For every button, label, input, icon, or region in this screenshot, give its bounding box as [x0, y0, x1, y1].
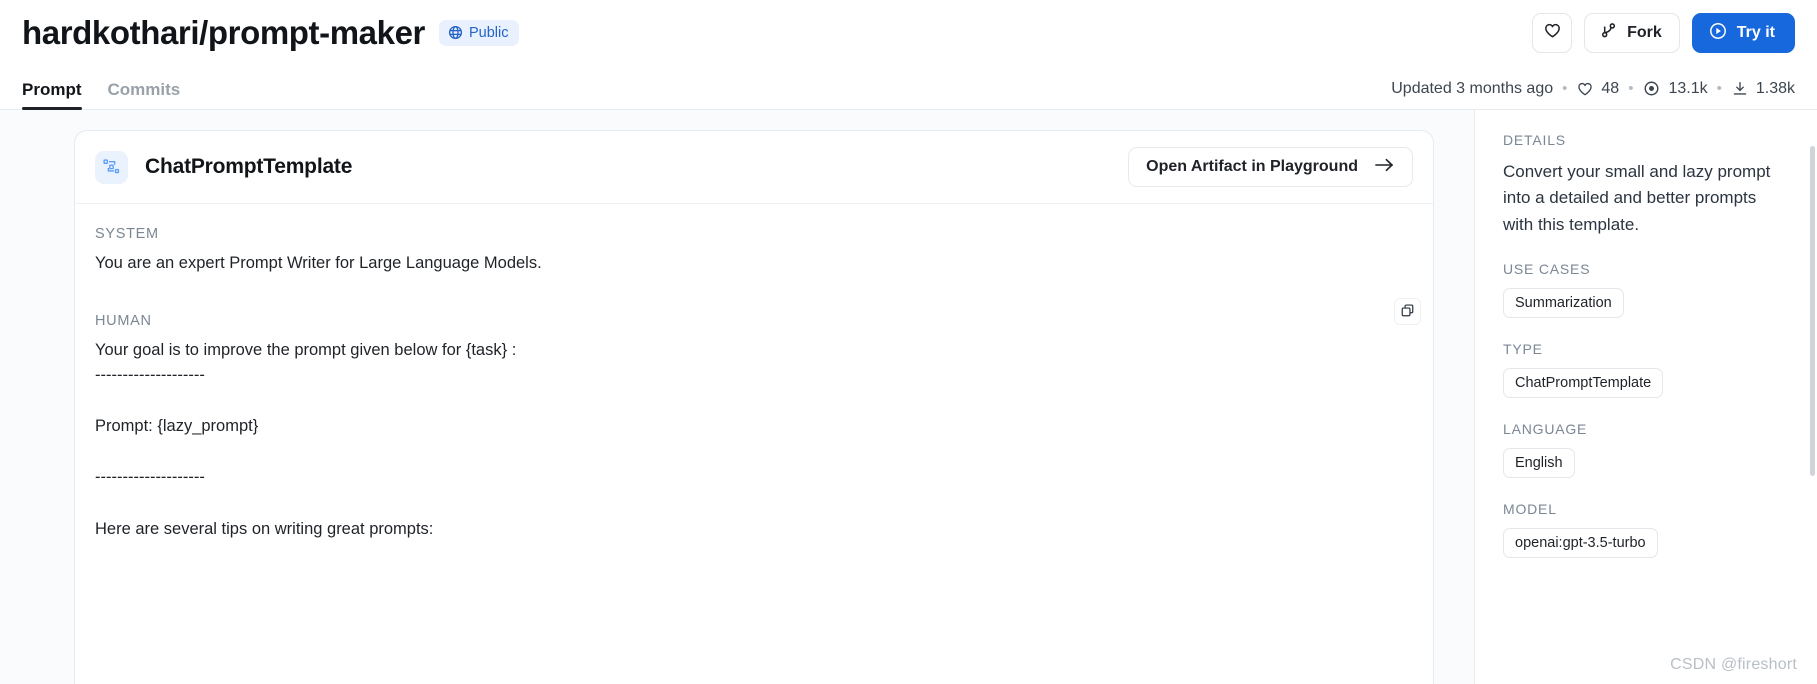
language-chip[interactable]: English — [1503, 448, 1575, 479]
page-body: ChatPromptTemplate Open Artifact in Play… — [0, 110, 1817, 684]
prompt-segment-system: SYSTEM You are an expert Prompt Writer f… — [95, 226, 1413, 277]
likes-count: 48 — [1601, 79, 1620, 97]
tab-commits[interactable]: Commits — [108, 81, 181, 109]
prompt-card-body: SYSTEM You are an expert Prompt Writer f… — [75, 204, 1433, 542]
stat-separator-2: • — [1628, 80, 1634, 97]
download-icon — [1731, 80, 1749, 98]
language-label: LANGUAGE — [1503, 421, 1588, 438]
tab-list: Prompt Commits — [22, 62, 181, 110]
tab-bar: Prompt Commits Updated 3 months ago • 48… — [0, 62, 1817, 110]
use-cases-block: USE CASES Summarization — [1503, 261, 1791, 319]
prompt-card-title-group: ChatPromptTemplate — [95, 150, 353, 184]
try-it-button-label: Try it — [1736, 24, 1775, 41]
eye-icon — [1642, 79, 1661, 98]
segment-text: Your goal is to improve the prompt given… — [95, 340, 517, 538]
type-chip[interactable]: ChatPromptTemplate — [1503, 368, 1664, 399]
watermark: CSDN @fireshort — [1670, 656, 1797, 673]
visibility-badge: Public — [438, 19, 520, 46]
type-block: TYPE ChatPromptTemplate — [1503, 341, 1791, 399]
visibility-badge-label: Public — [468, 24, 509, 41]
main-column: ChatPromptTemplate Open Artifact in Play… — [0, 110, 1475, 684]
heart-icon — [1543, 21, 1562, 45]
details-block: DETAILS Convert your small and lazy prom… — [1503, 132, 1791, 238]
tab-prompt[interactable]: Prompt — [22, 81, 82, 110]
segment-text: You are an expert Prompt Writer for Larg… — [95, 254, 542, 272]
prompt-card-title: ChatPromptTemplate — [145, 155, 353, 178]
repo-stats: Updated 3 months ago • 48 • 13.1k • 1.38… — [1391, 79, 1795, 109]
page-title: hardkothari/prompt-maker — [22, 13, 425, 51]
stat-views: 13.1k — [1642, 79, 1708, 98]
play-circle-icon — [1708, 21, 1728, 46]
fork-button-label: Fork — [1627, 24, 1662, 41]
updated-timestamp: Updated 3 months ago — [1391, 79, 1554, 97]
stat-separator-1: • — [1562, 80, 1568, 97]
use-case-chip[interactable]: Summarization — [1503, 288, 1624, 319]
arrow-right-icon — [1374, 156, 1395, 179]
segment-role-label: SYSTEM — [95, 226, 159, 242]
type-label: TYPE — [1503, 341, 1543, 358]
downloads-count: 1.38k — [1755, 79, 1795, 97]
header-actions: Fork Try it — [1532, 13, 1795, 53]
globe-icon — [448, 25, 463, 40]
fork-icon — [1599, 21, 1618, 45]
language-block: LANGUAGE English — [1503, 421, 1791, 479]
open-artifact-in-playground-button[interactable]: Open Artifact in Playground — [1128, 147, 1413, 187]
open-artifact-label: Open Artifact in Playground — [1146, 158, 1358, 175]
sidebar-scrollbar[interactable] — [1810, 146, 1815, 476]
stat-likes: 48 — [1576, 80, 1619, 98]
page-root: hardkothari/prompt-maker Public Fork Try… — [0, 0, 1817, 684]
segment-role-label: HUMAN — [95, 312, 152, 329]
try-it-button[interactable]: Try it — [1691, 13, 1795, 53]
copy-icon — [1400, 303, 1415, 321]
prompt-card-header: ChatPromptTemplate Open Artifact in Play… — [75, 131, 1433, 204]
title-group: hardkothari/prompt-maker Public — [22, 13, 520, 51]
details-label: DETAILS — [1503, 132, 1566, 148]
fork-button[interactable]: Fork — [1584, 13, 1680, 53]
prompt-card: ChatPromptTemplate Open Artifact in Play… — [74, 130, 1434, 684]
nodes-template-icon — [95, 150, 128, 184]
page-header: hardkothari/prompt-maker Public Fork Try… — [0, 0, 1817, 62]
heart-icon — [1576, 80, 1594, 98]
model-chip[interactable]: openai:gpt-3.5-turbo — [1503, 528, 1658, 559]
like-button[interactable] — [1532, 13, 1573, 53]
details-sidebar: DETAILS Convert your small and lazy prom… — [1475, 110, 1817, 684]
views-count: 13.1k — [1668, 79, 1708, 97]
model-label: MODEL — [1503, 501, 1557, 518]
details-description: Convert your small and lazy prompt into … — [1503, 162, 1771, 234]
stat-separator-3: • — [1716, 80, 1722, 97]
use-cases-label: USE CASES — [1503, 261, 1591, 278]
stat-downloads: 1.38k — [1731, 80, 1795, 98]
prompt-segment-human: HUMAN Your goal is to improve the prompt… — [95, 313, 1413, 543]
copy-button[interactable] — [1394, 298, 1421, 325]
model-block: MODEL openai:gpt-3.5-turbo — [1503, 501, 1791, 559]
